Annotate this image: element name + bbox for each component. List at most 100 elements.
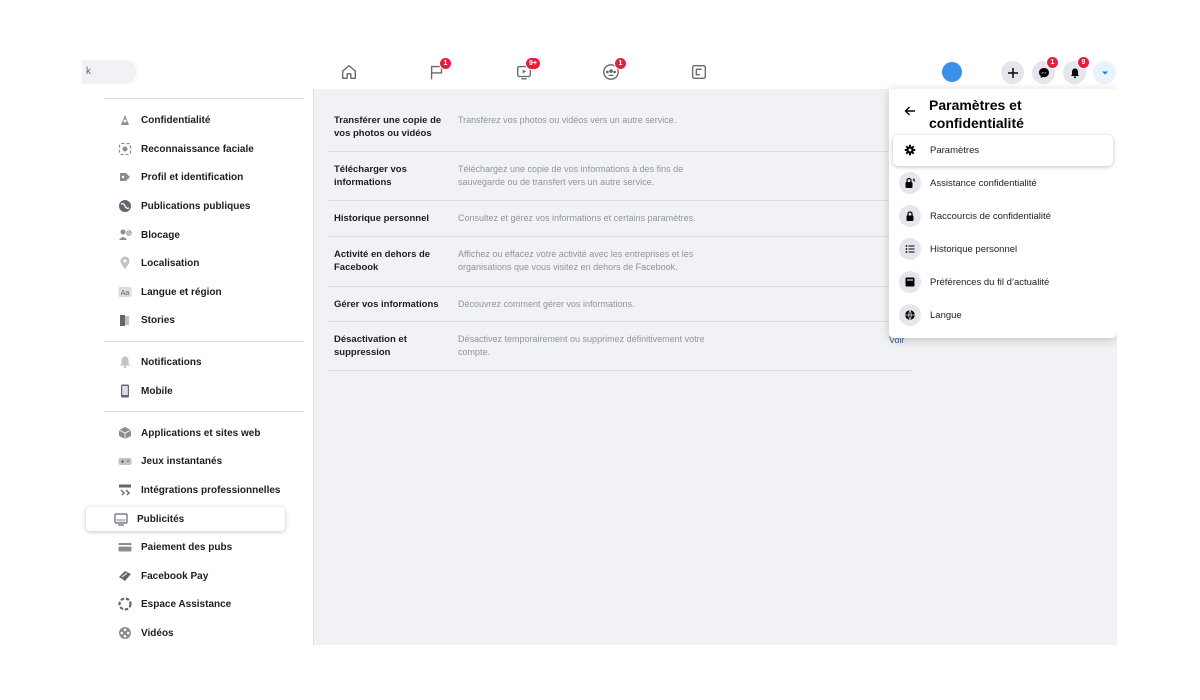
sidebar-item-label: Jeux instantanés xyxy=(141,455,223,467)
list-icon xyxy=(899,238,921,260)
sidebar-item-langue-region[interactable]: Aa Langue et région xyxy=(86,280,284,304)
sidebar-item-label: Facebook Pay xyxy=(141,570,209,582)
sidebar-item-integrations-professionnelles[interactable]: Intégrations professionnelles xyxy=(86,478,284,502)
sidebar-item-label: Localisation xyxy=(141,257,200,269)
setting-title: Télécharger vos informations xyxy=(334,164,407,188)
divider xyxy=(104,411,304,412)
menu-item-label: Assistance confidentialité xyxy=(930,178,1037,189)
news-feed-icon xyxy=(899,271,921,293)
sidebar-item-label: Paiement des pubs xyxy=(141,541,233,553)
sidebar-item-label: Reconnaissance faciale xyxy=(141,143,254,155)
sidebar-item-stories[interactable]: Stories xyxy=(86,308,284,332)
gear-icon xyxy=(899,139,921,161)
plus-icon xyxy=(1007,67,1018,78)
menu-item-parametres[interactable]: Paramètres xyxy=(893,135,1113,166)
setting-row[interactable]: Gérer vos informations Découvrez comment… xyxy=(327,287,912,322)
sidebar-item-blocage[interactable]: Blocage xyxy=(86,223,284,247)
sidebar-item-paiement-pubs[interactable]: Paiement des pubs xyxy=(86,535,284,559)
setting-description: Affichez ou effacez votre activité avec … xyxy=(458,249,694,272)
setting-row[interactable]: Désactivation et suppression Désactivez … xyxy=(327,322,912,371)
groups-icon[interactable]: 1 xyxy=(600,57,627,82)
setting-description: Désactivez temporairement ou supprimez d… xyxy=(458,334,705,357)
pages-badge: 1 xyxy=(439,57,452,70)
search-input[interactable]: k xyxy=(82,60,137,84)
cube-icon xyxy=(118,426,132,440)
menu-item-assistance-confidentialite[interactable]: Assistance confidentialité xyxy=(893,168,1113,199)
settings-sidebar: Confidentialité Reconnaissance faciale P… xyxy=(82,89,314,645)
sidebar-item-videos[interactable]: Vidéos xyxy=(86,621,284,645)
setting-description: Transférez vos photos ou vidéos vers un … xyxy=(458,115,677,125)
sidebar-item-label: Profil et identification xyxy=(141,171,244,183)
bell-icon xyxy=(118,355,132,369)
setting-description: Téléchargez une copie de vos information… xyxy=(458,164,684,187)
notifications-button[interactable]: 9 xyxy=(1063,56,1090,84)
setting-title: Transférer une copie de vos photos ou vi… xyxy=(334,115,442,139)
ads-monitor-icon xyxy=(114,512,128,526)
mobile-icon xyxy=(118,384,132,398)
location-pin-icon xyxy=(118,256,132,270)
sidebar-item-label: Notifications xyxy=(141,356,202,368)
menu-item-label: Préférences du fil d’actualité xyxy=(930,277,1050,288)
sidebar-item-applications-sites[interactable]: Applications et sites web xyxy=(86,421,284,445)
gaming-icon[interactable] xyxy=(688,62,710,82)
pay-tag-icon xyxy=(118,569,132,583)
setting-title: Désactivation et suppression xyxy=(334,334,407,358)
gamepad-icon xyxy=(118,454,132,468)
setting-row[interactable]: Télécharger vos informations Téléchargez… xyxy=(327,152,912,201)
sidebar-item-label: Blocage xyxy=(141,229,180,241)
globe-icon xyxy=(118,199,132,213)
menu-item-preferences-fil[interactable]: Préférences du fil d’actualité xyxy=(893,267,1113,298)
sidebar-item-label: Langue et région xyxy=(141,286,222,298)
sidebar-item-publications-publiques[interactable]: Publications publiques xyxy=(86,194,284,218)
language-aa-icon: Aa xyxy=(118,285,132,299)
sidebar-item-label: Applications et sites web xyxy=(141,427,261,439)
sidebar-item-profil-identification[interactable]: Profil et identification xyxy=(86,165,284,189)
top-navigation-bar: k 1 9+ 1 1 9 xyxy=(82,55,1117,89)
face-icon xyxy=(118,142,132,156)
sidebar-item-espace-assistance[interactable]: Espace Assistance xyxy=(86,592,284,616)
menu-title: Paramètres et confidentialité xyxy=(929,97,1024,131)
divider xyxy=(104,98,304,99)
sidebar-item-label: Publicités xyxy=(137,513,185,525)
create-button[interactable] xyxy=(1001,61,1024,84)
sidebar-item-facebook-pay[interactable]: Facebook Pay xyxy=(86,564,284,588)
menu-item-raccourcis-confidentialite[interactable]: Raccourcis de confidentialité xyxy=(893,201,1113,232)
back-arrow-icon[interactable] xyxy=(903,104,917,118)
watch-video-icon[interactable]: 9+ xyxy=(513,57,541,82)
sidebar-item-localisation[interactable]: Localisation xyxy=(86,251,284,275)
sidebar-item-mobile[interactable]: Mobile xyxy=(86,379,284,403)
sidebar-item-label: Confidentialité xyxy=(141,114,211,126)
sidebar-item-notifications[interactable]: Notifications xyxy=(86,350,284,374)
setting-row[interactable]: Historique personnel Consultez et gérez … xyxy=(327,201,912,237)
lock-key-icon xyxy=(899,172,921,194)
sidebar-item-jeux-instantanes[interactable]: Jeux instantanés xyxy=(86,449,284,473)
setting-description: Consultez et gérez vos informations et c… xyxy=(458,213,696,223)
setting-row[interactable]: Activité en dehors de Facebook Affichez … xyxy=(327,237,912,287)
film-reel-icon xyxy=(118,626,132,640)
sidebar-item-label: Mobile xyxy=(141,385,173,397)
caret-down-icon xyxy=(1101,71,1108,74)
pages-flag-icon[interactable]: 1 xyxy=(426,57,452,82)
messenger-icon xyxy=(1038,67,1049,78)
setting-title: Gérer vos informations xyxy=(334,299,439,310)
svg-text:Aa: Aa xyxy=(121,290,130,297)
bell-icon xyxy=(1070,68,1079,78)
sidebar-item-confidentialite[interactable]: Confidentialité xyxy=(86,108,284,132)
menu-item-langue[interactable]: Langue xyxy=(893,300,1113,331)
avatar[interactable] xyxy=(942,62,962,82)
lifebuoy-icon xyxy=(118,597,132,611)
sidebar-item-label: Vidéos xyxy=(141,627,174,639)
menu-item-label: Langue xyxy=(930,310,962,321)
setting-title: Activité en dehors de Facebook xyxy=(334,249,431,273)
setting-description: Découvrez comment gérer vos informations… xyxy=(458,299,635,309)
menu-item-label: Paramètres xyxy=(930,145,980,156)
sidebar-item-label: Intégrations professionnelles xyxy=(141,484,281,496)
menu-item-label: Historique personnel xyxy=(930,244,1018,255)
messenger-button[interactable]: 1 xyxy=(1032,56,1059,84)
menu-item-historique-personnel[interactable]: Historique personnel xyxy=(893,234,1113,265)
sidebar-item-reconnaissance-faciale[interactable]: Reconnaissance faciale xyxy=(86,137,284,161)
sidebar-item-publicites[interactable]: Publicités xyxy=(86,507,285,531)
setting-row[interactable]: Transférer une copie de vos photos ou vi… xyxy=(327,102,912,152)
account-menu-button[interactable] xyxy=(1093,61,1116,84)
home-icon[interactable] xyxy=(338,62,360,82)
